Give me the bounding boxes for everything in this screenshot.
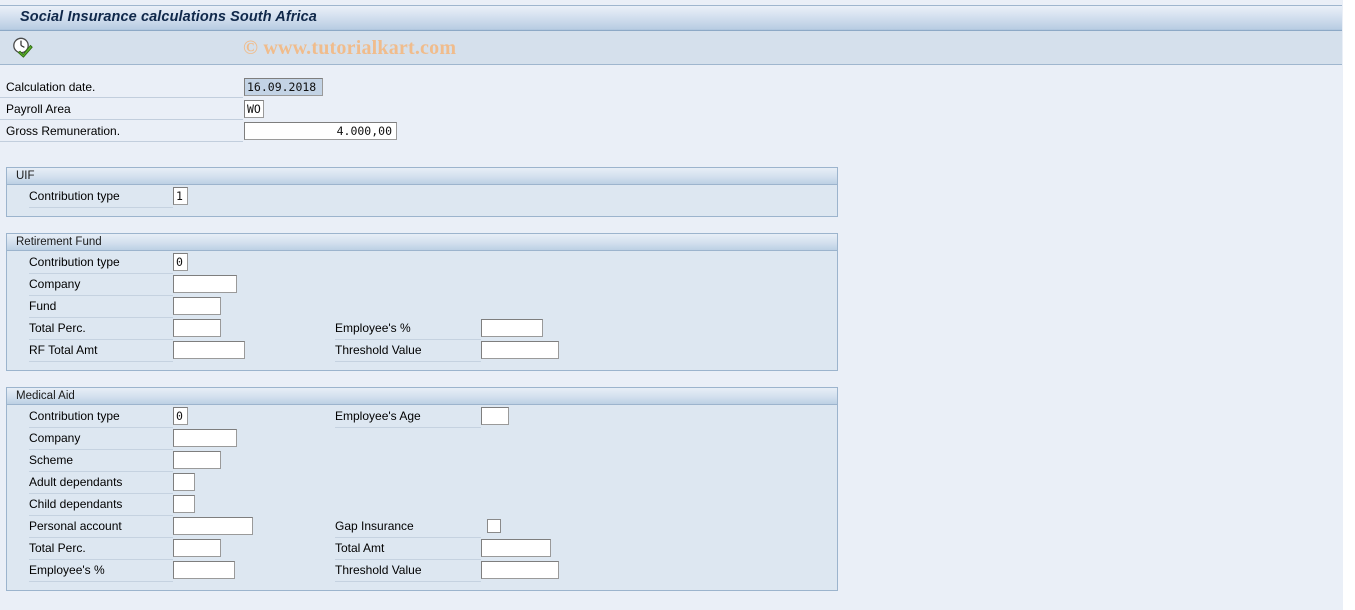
field-label: Total Perc. <box>29 321 86 335</box>
group-box: UIF Contribution type 1 <box>6 167 838 217</box>
field-label: Total Perc. <box>29 541 86 555</box>
group-header: Medical Aid <box>7 388 837 405</box>
form-field-input[interactable] <box>481 539 551 557</box>
field-label: Calculation date. <box>6 80 96 94</box>
header-field-input[interactable]: WO <box>244 100 264 118</box>
page-title: Social Insurance calculations South Afri… <box>20 9 317 25</box>
group-header: Retirement Fund <box>7 234 837 251</box>
group-box: Retirement Fund Contribution type 0 Company… <box>6 233 838 371</box>
window-title-bar: Social Insurance calculations South Afri… <box>0 5 1342 31</box>
form-row: Adult dependants <box>29 472 809 494</box>
field-label: Total Amt <box>335 541 385 555</box>
field-label: Employee's Age <box>335 409 421 423</box>
label-underline <box>335 361 481 362</box>
form-field-input[interactable] <box>173 429 237 447</box>
header-field-row: Calculation date. 16.09.2018 <box>0 77 1343 98</box>
field-label: Contribution type <box>29 189 120 203</box>
form-row: Scheme <box>29 450 809 472</box>
form-field-input[interactable]: 0 <box>173 253 188 271</box>
field-label: Adult dependants <box>29 475 123 489</box>
label-underline <box>29 581 173 582</box>
application-window: Social Insurance calculations South Afri… <box>0 0 1343 610</box>
label-underline <box>29 361 173 362</box>
field-label: RF Total Amt <box>29 343 98 357</box>
form-field-input[interactable] <box>481 319 543 337</box>
field-label: Employee's % <box>335 321 411 335</box>
form-row: Employee's Age <box>335 406 795 428</box>
watermark-text: © www.tutorialkart.com <box>243 37 457 59</box>
form-row: Company <box>29 274 809 296</box>
form-field-input[interactable] <box>173 451 221 469</box>
form-row: Contribution type 0 <box>29 252 809 274</box>
form-field-input[interactable] <box>173 539 221 557</box>
form-row: Threshold Value <box>335 560 795 582</box>
field-label: Threshold Value <box>335 343 422 357</box>
group-title: Retirement Fund <box>16 236 102 248</box>
form-field-input[interactable] <box>173 561 235 579</box>
field-label: Employee's % <box>29 563 105 577</box>
label-underline <box>0 119 243 120</box>
form-field-input[interactable] <box>173 495 195 513</box>
header-field-input[interactable]: 4.000,00 <box>244 122 397 140</box>
field-label: Threshold Value <box>335 563 422 577</box>
field-label: Gap Insurance <box>335 519 414 533</box>
label-underline <box>335 581 481 582</box>
header-field-row: Payroll Area WO <box>0 99 1343 120</box>
form-field-input[interactable] <box>173 517 253 535</box>
group-header: UIF <box>7 168 837 185</box>
label-underline <box>0 97 243 98</box>
form-field-input[interactable]: 1 <box>173 187 188 205</box>
form-field-input[interactable] <box>481 341 559 359</box>
label-underline <box>29 207 173 208</box>
execute-button[interactable] <box>10 35 36 59</box>
label-underline <box>0 141 243 142</box>
form-field-input[interactable] <box>173 319 221 337</box>
field-label: Scheme <box>29 453 74 467</box>
field-label: Contribution type <box>29 409 120 423</box>
form-field-input[interactable] <box>481 561 559 579</box>
clock-check-icon <box>13 37 33 58</box>
form-row: Fund <box>29 296 809 318</box>
form-row: Contribution type 1 <box>29 186 809 208</box>
field-label: Personal account <box>29 519 122 533</box>
field-label: Contribution type <box>29 255 120 269</box>
field-label: Company <box>29 431 81 445</box>
group-box: Medical Aid Contribution type 0 Company Sche… <box>6 387 838 591</box>
form-field-input[interactable] <box>173 341 245 359</box>
group-title: UIF <box>16 170 35 182</box>
form-row: Total Amt <box>335 538 795 560</box>
gap-insurance-checkbox[interactable] <box>487 519 501 533</box>
content-area: Calculation date. 16.09.2018 Payroll Area W… <box>0 66 1343 610</box>
header-field-row: Gross Remuneration. 4.000,00 <box>0 121 1343 142</box>
field-label: Gross Remuneration. <box>6 124 121 138</box>
form-field-input[interactable]: 0 <box>173 407 188 425</box>
form-field-input[interactable] <box>481 407 509 425</box>
field-label: Child dependants <box>29 497 123 511</box>
group-title: Medical Aid <box>16 390 75 402</box>
label-underline <box>335 427 481 428</box>
form-row: Child dependants <box>29 494 809 516</box>
toolbar: © www.tutorialkart.com <box>0 31 1342 65</box>
form-row: Company <box>29 428 809 450</box>
form-field-input[interactable] <box>173 275 237 293</box>
field-label: Company <box>29 277 81 291</box>
form-field-input[interactable] <box>173 473 195 491</box>
form-field-input[interactable] <box>173 297 221 315</box>
form-row: Employee's % <box>335 318 795 340</box>
form-row: Gap Insurance <box>335 516 795 538</box>
header-field-input[interactable]: 16.09.2018 <box>244 78 323 96</box>
field-label: Payroll Area <box>6 102 71 116</box>
form-row: Threshold Value <box>335 340 795 362</box>
field-label: Fund <box>29 299 57 313</box>
